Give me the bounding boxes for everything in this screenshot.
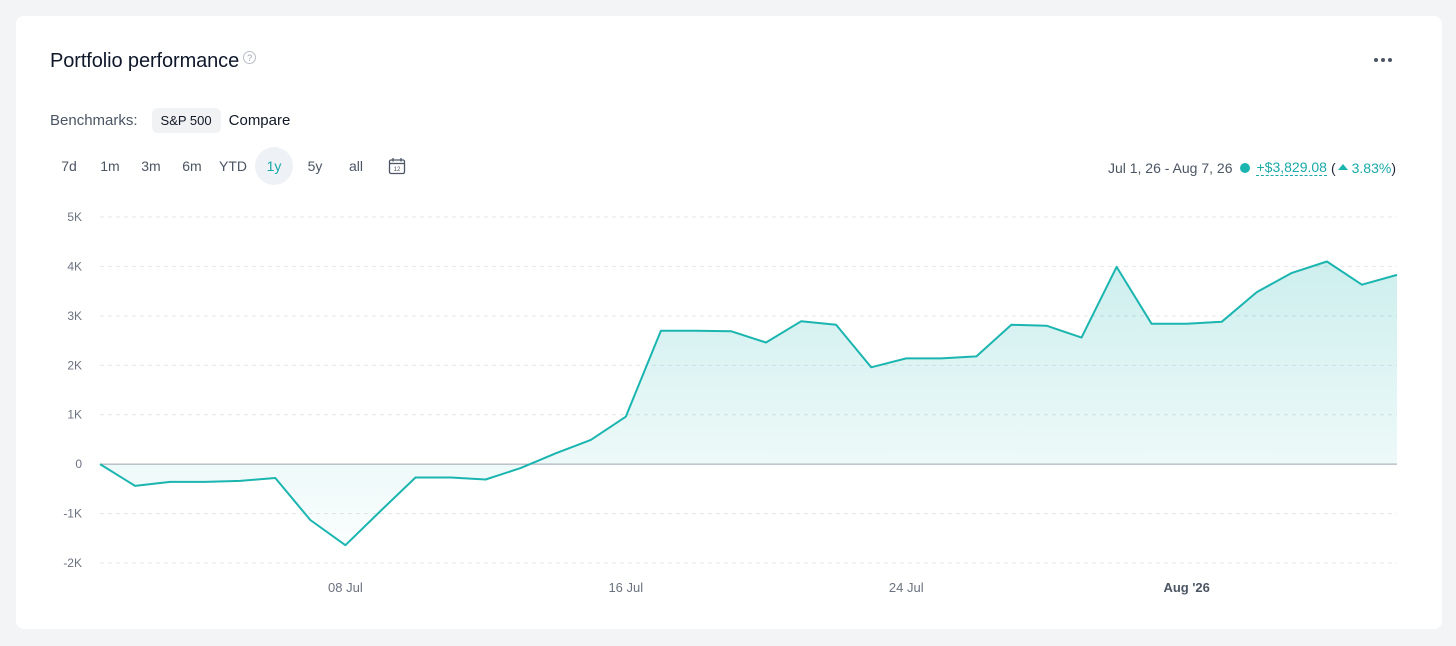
x-tick-label: 24 Jul — [889, 580, 924, 595]
x-tick-label: 08 Jul — [328, 580, 363, 595]
y-tick-label: 4K — [67, 259, 82, 273]
x-tick-label: Aug '26 — [1163, 580, 1209, 595]
y-tick-label: 2K — [67, 358, 82, 372]
y-tick-label: 0 — [75, 457, 82, 471]
x-axis: 08 Jul 16 Jul 24 Jul Aug '26 — [328, 580, 1210, 595]
y-tick-label: -1K — [63, 507, 82, 521]
y-axis: 5K 4K 3K 2K 1K 0 -1K -2K — [63, 210, 82, 570]
y-tick-label: 5K — [67, 210, 82, 224]
y-tick-label: 1K — [67, 408, 82, 422]
y-tick-label: 3K — [67, 309, 82, 323]
y-tick-label: -2K — [63, 556, 82, 570]
performance-chart: 5K 4K 3K 2K 1K 0 -1K -2K 08 Jul 16 Jul 24 Jul Aug … — [63, 210, 1398, 595]
x-tick-label: 16 Jul — [608, 580, 643, 595]
